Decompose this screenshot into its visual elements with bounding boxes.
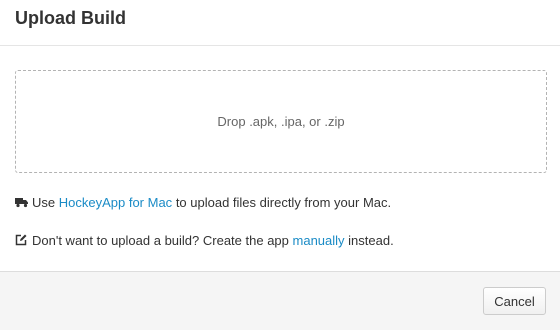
modal-title: Upload Build: [15, 8, 126, 28]
hockeyapp-mac-hint: Use HockeyApp for Mac to upload files di…: [15, 194, 547, 210]
create-manually-link[interactable]: manually: [293, 233, 345, 248]
hint-manual-prefix: Don't want to upload a build? Create the…: [32, 232, 289, 248]
truck-icon: [15, 196, 28, 209]
create-manually-hint: Don't want to upload a build? Create the…: [15, 232, 547, 248]
hint-manual-suffix: instead.: [348, 232, 394, 248]
dropzone-label: Drop .apk, .ipa, or .zip: [217, 114, 345, 129]
modal-header: Upload Build: [0, 0, 560, 46]
file-dropzone[interactable]: Drop .apk, .ipa, or .zip: [15, 70, 547, 173]
hint-mac-suffix: to upload files directly from your Mac.: [175, 194, 392, 210]
upload-build-modal: Upload Build Drop .apk, .ipa, or .zip Us…: [0, 0, 560, 330]
modal-footer: Cancel: [0, 271, 560, 330]
hint-mac-prefix: Use: [32, 194, 56, 210]
cancel-button[interactable]: Cancel: [483, 287, 546, 315]
modal-body: Drop .apk, .ipa, or .zip Use HockeyApp f…: [0, 46, 560, 248]
hockeyapp-for-mac-link[interactable]: HockeyApp for Mac: [59, 195, 172, 210]
edit-icon: [15, 234, 28, 247]
